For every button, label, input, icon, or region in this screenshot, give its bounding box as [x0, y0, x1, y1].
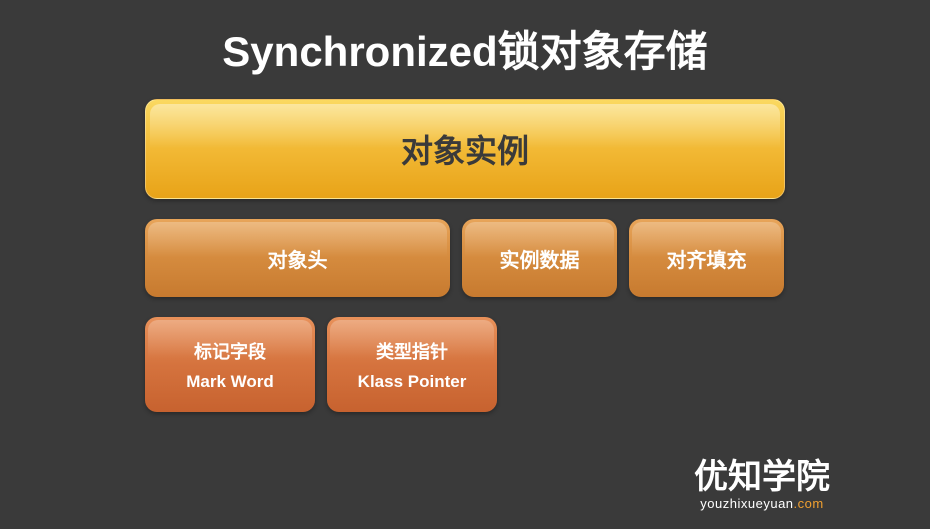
- row-level3: 标记字段 Mark Word 类型指针 Klass Pointer: [145, 317, 785, 412]
- row-level1: 对象实例: [145, 99, 785, 199]
- object-header-label: 对象头: [268, 244, 328, 273]
- page-title: Synchronized锁对象存储: [0, 0, 930, 99]
- klass-box: 类型指针 Klass Pointer: [327, 317, 497, 412]
- align-padding-box: 对齐填充: [629, 219, 784, 297]
- row-level2: 对象头 实例数据 对齐填充: [145, 219, 785, 297]
- instance-data-box: 实例数据: [462, 219, 617, 297]
- instance-data-label: 实例数据: [500, 244, 580, 273]
- markword-label-en: Mark Word: [186, 372, 274, 392]
- object-header-box: 对象头: [145, 219, 450, 297]
- align-padding-label: 对齐填充: [667, 244, 747, 273]
- footer-url: youzhixueyuan.com: [694, 496, 830, 511]
- object-instance-box: 对象实例: [145, 99, 785, 199]
- footer-url-prefix: youzhixueyuan: [700, 496, 793, 511]
- markword-box: 标记字段 Mark Word: [145, 317, 315, 412]
- diagram-container: 对象实例 对象头 实例数据 对齐填充 标记字段 Mark Word 类型指针 K…: [0, 99, 930, 412]
- klass-label-en: Klass Pointer: [358, 372, 467, 392]
- footer-url-suffix: .com: [794, 496, 824, 511]
- markword-label-cn: 标记字段: [194, 338, 266, 364]
- object-instance-label: 对象实例: [401, 126, 529, 172]
- footer-brand-area: 优知学院 youzhixueyuan.com: [694, 459, 830, 511]
- footer-brand-name: 优知学院: [694, 459, 830, 496]
- klass-label-cn: 类型指针: [376, 338, 448, 364]
